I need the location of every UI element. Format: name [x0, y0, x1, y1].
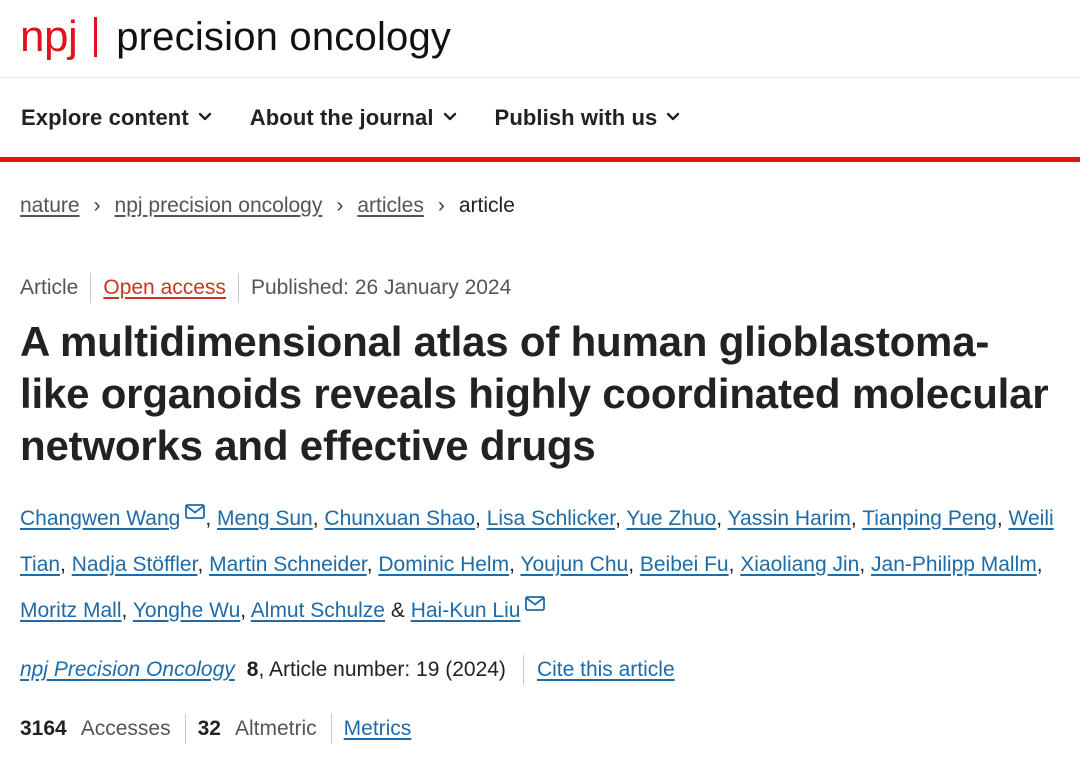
meta-divider: [90, 273, 92, 303]
breadcrumb-nature[interactable]: nature: [20, 194, 80, 218]
author-separator: ,: [240, 599, 251, 622]
author-separator: ,: [60, 553, 72, 576]
author-separator: ,: [312, 507, 325, 530]
metrics-divider: [330, 714, 332, 744]
breadcrumb-articles[interactable]: articles: [357, 194, 424, 218]
author-link[interactable]: Yassin Harim: [728, 507, 851, 530]
article-metrics: 3164 Accesses 32 Altmetric Metrics: [20, 714, 411, 744]
author-link[interactable]: Nadja Stöffler: [72, 553, 198, 576]
altmetric-count: 32: [197, 717, 221, 740]
mail-icon[interactable]: [525, 596, 546, 611]
open-access-link[interactable]: Open access: [103, 276, 226, 300]
main-nav: Explore content About the journal Publis…: [0, 78, 1080, 162]
nav-item-label: About the journal: [249, 104, 434, 130]
author-link[interactable]: Moritz Mall: [20, 599, 122, 622]
author-link[interactable]: Lisa Schlicker: [487, 507, 615, 530]
breadcrumb: nature › npj precision oncology › articl…: [20, 194, 515, 218]
author-separator: ,: [1036, 553, 1043, 576]
chevron-down-icon: [443, 112, 456, 120]
author-link[interactable]: Beibei Fu: [640, 553, 729, 576]
author-link[interactable]: Dominic Helm: [378, 553, 509, 576]
author-separator: ,: [366, 553, 379, 576]
author-separator: ,: [628, 553, 640, 576]
author-separator: ,: [996, 507, 1009, 530]
altmetric-label: Altmetric: [234, 717, 317, 740]
article-title: A multidimensional atlas of human gliobl…: [20, 316, 1060, 472]
author-link[interactable]: Jan-Philipp Mallm: [871, 553, 1037, 576]
metrics-link[interactable]: Metrics: [344, 717, 412, 741]
chevron-right-icon: ›: [336, 194, 344, 217]
chevron-right-icon: ›: [93, 194, 101, 217]
brand-name: precision oncology: [116, 15, 452, 59]
citation-line: npj Precision Oncology 8, Article number…: [20, 655, 675, 685]
nav-item-label: Explore content: [21, 104, 189, 130]
meta-divider: [237, 273, 239, 303]
author-separator: ,: [728, 553, 741, 576]
author-link[interactable]: Xiaoliang Jin: [740, 553, 859, 576]
brand-divider: [94, 17, 98, 57]
author-list: Changwen Wang, Meng Sun, Chunxuan Shao, …: [20, 496, 1065, 634]
journal-logo[interactable]: npj precision oncology: [20, 12, 451, 62]
breadcrumb-current: article: [458, 194, 515, 217]
author-link[interactable]: Chunxuan Shao: [324, 507, 475, 530]
accesses-count: 3164: [20, 717, 67, 740]
chevron-down-icon: [667, 112, 680, 120]
author-separator: ,: [716, 507, 728, 530]
author-link[interactable]: Youjun Chu: [520, 553, 628, 576]
article-number: , Article number: 19 (2024): [258, 658, 506, 681]
author-separator: ,: [509, 553, 521, 576]
author-separator: ,: [850, 507, 863, 530]
site-header: npj precision oncology: [0, 0, 1080, 78]
title-line: A multidimensional atlas of human gliobl…: [20, 318, 990, 365]
volume-number: 8: [246, 658, 259, 681]
author-link[interactable]: Hai-Kun Liu: [411, 599, 521, 622]
author-separator: ,: [121, 599, 133, 622]
article-type: Article: [20, 276, 79, 299]
author-link[interactable]: Meng Sun: [217, 507, 313, 530]
author-link[interactable]: Yonghe Wu: [133, 599, 240, 622]
journal-link[interactable]: npj Precision Oncology: [20, 658, 235, 682]
author-link[interactable]: Changwen Wang: [20, 507, 180, 530]
nav-publish-with-us[interactable]: Publish with us: [495, 105, 681, 131]
metrics-divider: [184, 714, 186, 744]
title-line: like organoids reveals highly coordinate…: [20, 370, 1049, 417]
article-meta: Article Open access Published: 26 Januar…: [20, 273, 511, 303]
author-link[interactable]: Martin Schneider: [209, 553, 367, 576]
cite-this-article-link[interactable]: Cite this article: [537, 658, 675, 682]
author-link[interactable]: Tianping Peng: [862, 507, 997, 530]
nav-item-label: Publish with us: [494, 104, 658, 130]
author-separator: ,: [859, 553, 872, 576]
citation-divider: [522, 655, 524, 685]
author-link[interactable]: Yue Zhuo: [626, 507, 716, 530]
author-separator: ,: [205, 507, 217, 530]
author-separator: ,: [197, 553, 210, 576]
chevron-right-icon: ›: [437, 194, 445, 217]
mail-icon[interactable]: [185, 504, 206, 519]
title-line: networks and effective drugs: [20, 422, 596, 469]
nav-explore-content[interactable]: Explore content: [21, 105, 212, 131]
accesses-label: Accesses: [80, 717, 171, 740]
nav-about-the-journal[interactable]: About the journal: [250, 105, 457, 131]
breadcrumb-journal[interactable]: npj precision oncology: [115, 194, 323, 218]
author-link[interactable]: Almut Schulze: [251, 599, 385, 622]
author-separator: &: [385, 599, 411, 622]
author-separator: ,: [475, 507, 487, 530]
author-separator: ,: [615, 507, 627, 530]
published-date: Published: 26 January 2024: [250, 276, 512, 299]
chevron-down-icon: [198, 112, 211, 120]
brand-npj: npj: [20, 12, 78, 61]
